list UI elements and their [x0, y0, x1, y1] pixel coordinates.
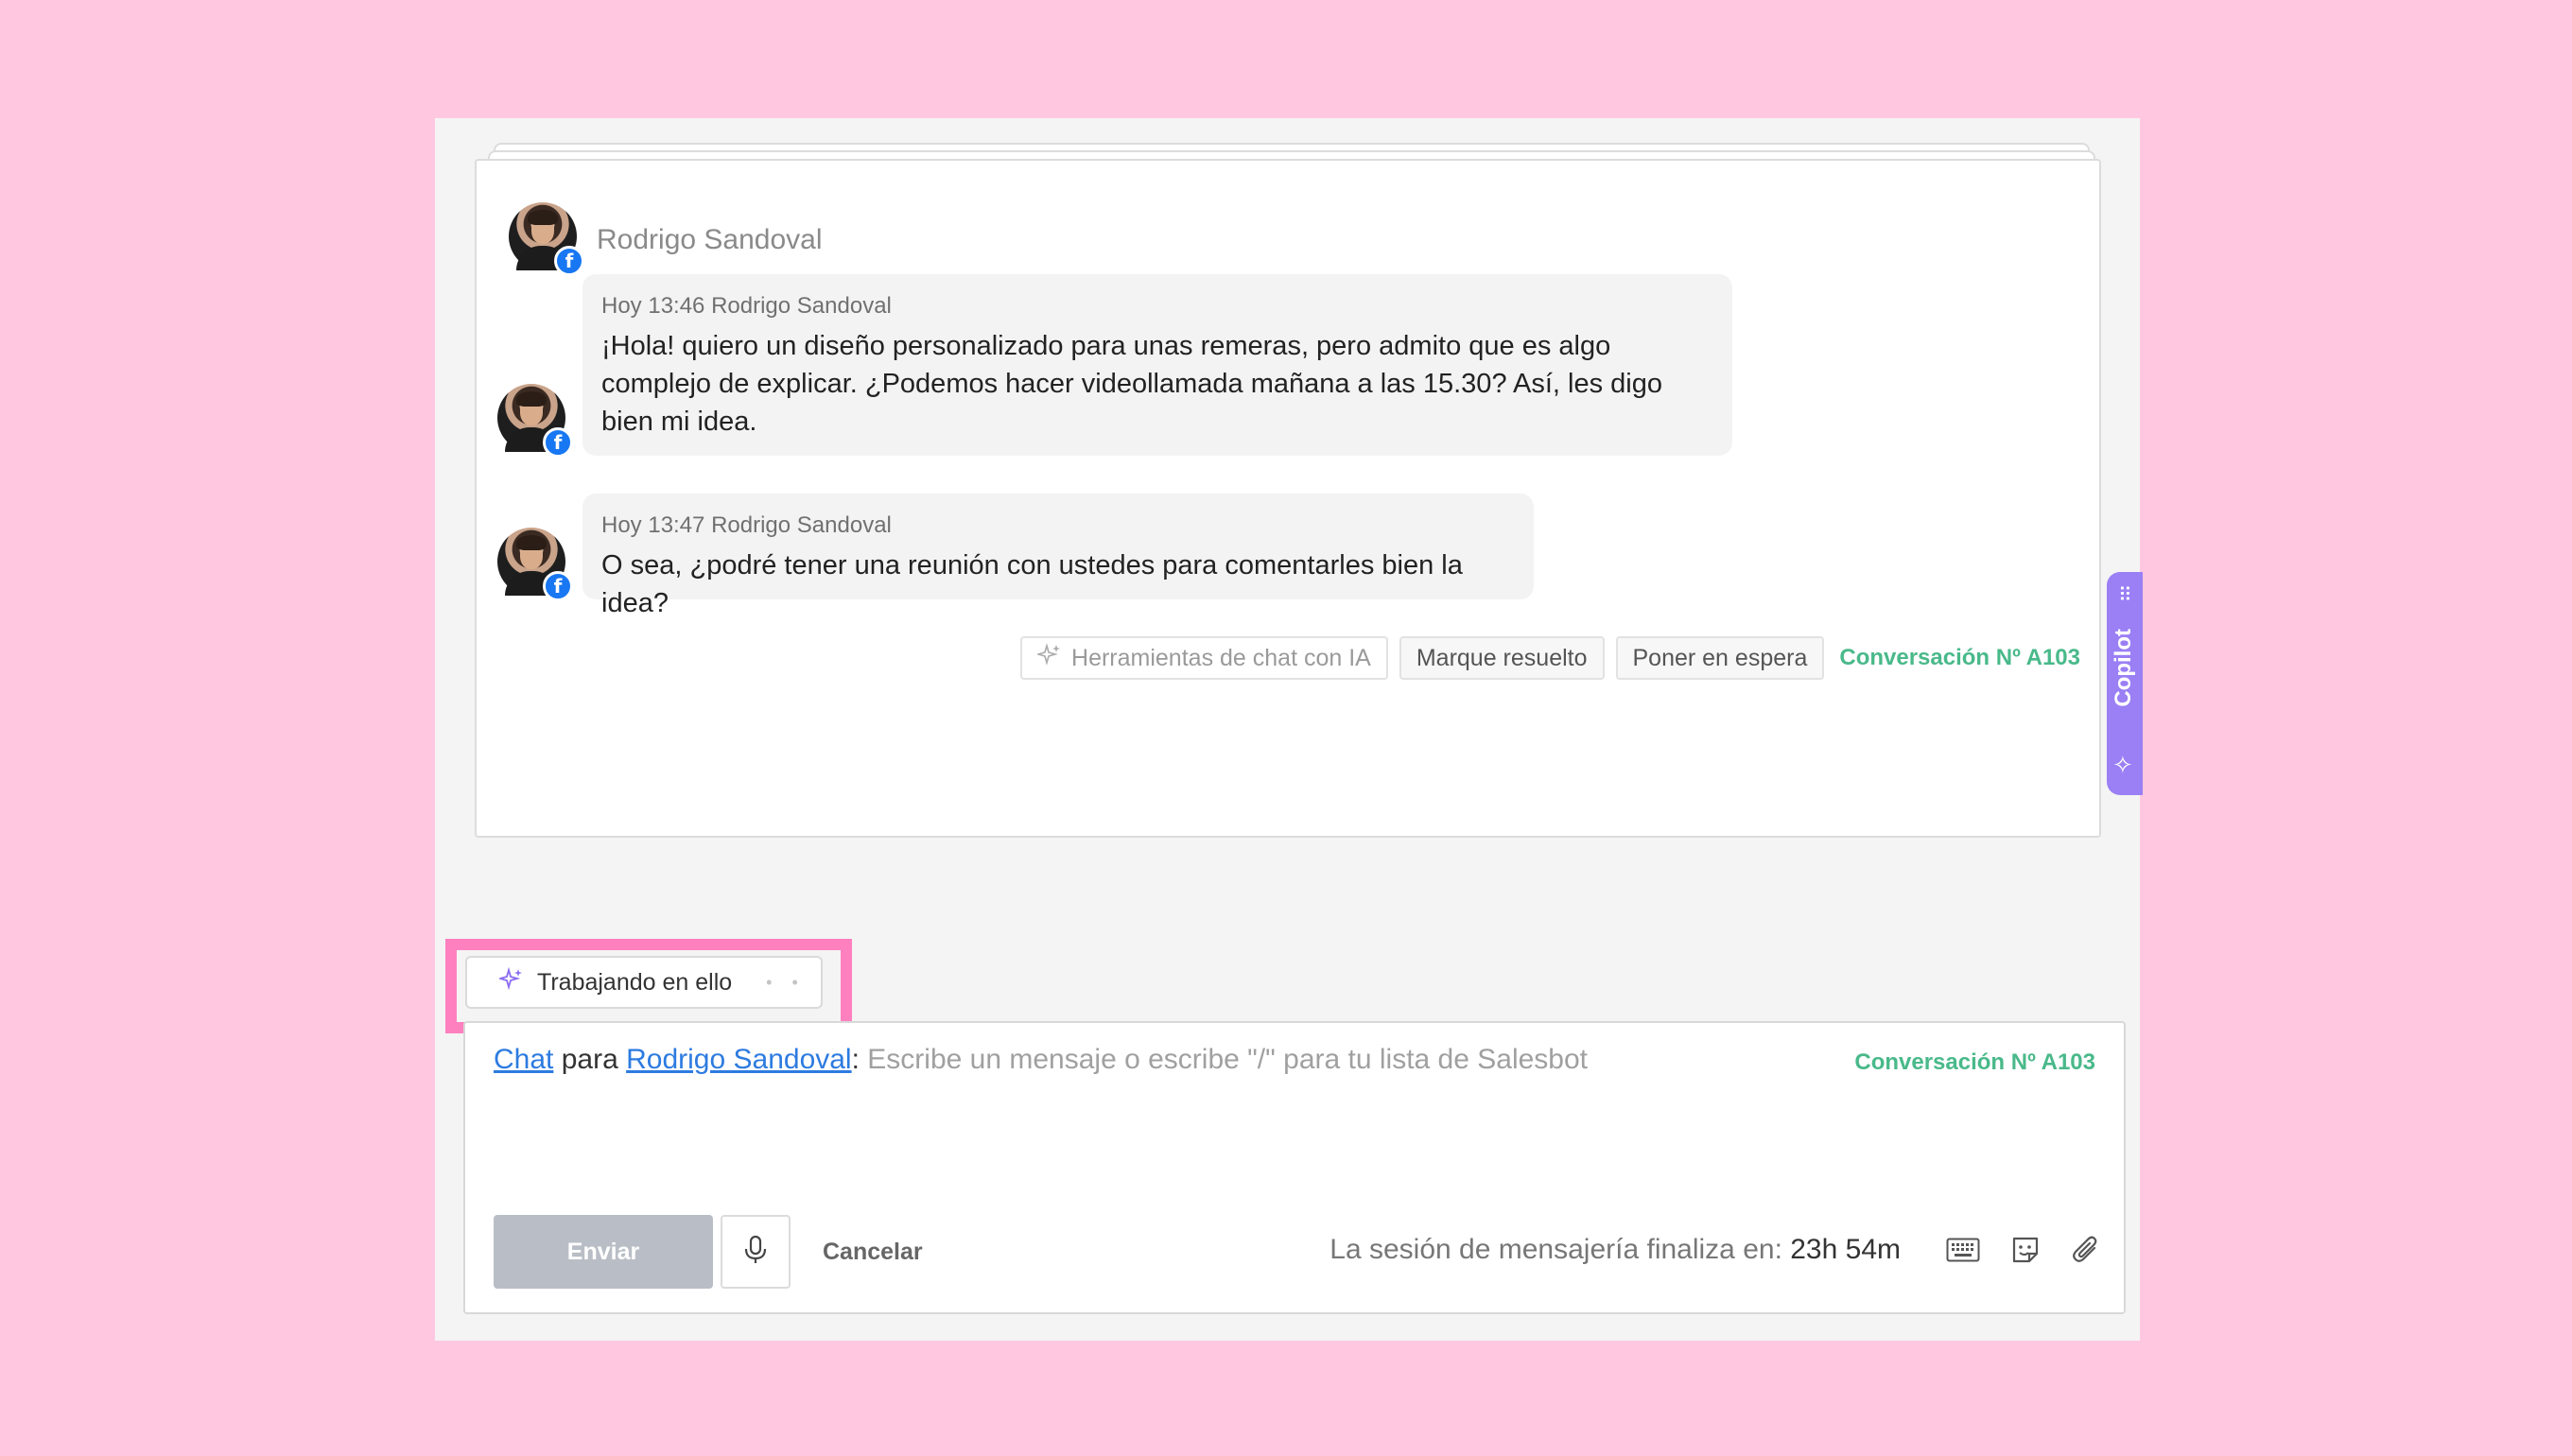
avatar: f: [497, 384, 573, 458]
ai-chat-tools-button[interactable]: Herramientas de chat con IA: [1020, 636, 1388, 680]
session-time: 23h 54m: [1790, 1234, 1901, 1265]
contact-name[interactable]: Rodrigo Sandoval: [597, 224, 823, 256]
keyboard-icon: [1946, 1238, 1980, 1267]
sparkle-icon: ✧: [2112, 751, 2133, 779]
copilot-tab[interactable]: ⠿ Copilot ✧: [2107, 572, 2143, 795]
message-text: ¡Hola! quiero un diseño personalizado pa…: [601, 331, 1662, 437]
attach-button[interactable]: [2063, 1229, 2109, 1274]
facebook-icon: f: [554, 246, 584, 276]
message-input-placeholder[interactable]: Escribe un mensaje o escribe "/" para tu…: [867, 1044, 1588, 1075]
cancel-button[interactable]: Cancelar: [823, 1239, 923, 1266]
separator: :: [851, 1044, 860, 1075]
recipient-link[interactable]: Rodrigo Sandoval: [626, 1044, 852, 1075]
chat-panel: f Rodrigo Sandoval f Hoy 13:46 Rodrigo S…: [435, 118, 2143, 1341]
channel-link[interactable]: Chat: [494, 1044, 553, 1075]
avatar[interactable]: f: [509, 202, 584, 276]
for-word: para: [561, 1044, 618, 1075]
keyboard-button[interactable]: [1940, 1229, 1986, 1274]
avatar: f: [497, 528, 573, 601]
facebook-icon: f: [543, 427, 573, 458]
sticker-button[interactable]: [2003, 1229, 2048, 1274]
working-status-chip: Trabajando en ello • •: [465, 956, 823, 1009]
microphone-button[interactable]: [721, 1215, 791, 1289]
sparkle-icon: [496, 966, 524, 998]
message-composer[interactable]: Chat para Rodrigo Sandoval: Escribe un m…: [463, 1021, 2126, 1314]
send-button[interactable]: Enviar: [494, 1215, 713, 1289]
facebook-icon: f: [543, 571, 573, 601]
ai-chat-tools-label: Herramientas de chat con IA: [1071, 644, 1371, 671]
message-bubble: Hoy 13:46 Rodrigo Sandoval ¡Hola! quiero…: [582, 274, 1732, 456]
conversation-card: f Rodrigo Sandoval f Hoy 13:46 Rodrigo S…: [475, 159, 2101, 838]
message-meta: Hoy 13:46 Rodrigo Sandoval: [601, 293, 892, 319]
conversation-id[interactable]: Conversación Nº A103: [1854, 1049, 2095, 1076]
paperclip-icon: [2072, 1235, 2100, 1270]
sparkle-icon: [1035, 642, 1062, 674]
session-timer: La sesión de mensajería finaliza en: 23h…: [1329, 1234, 1901, 1266]
message-bubble: Hoy 13:47 Rodrigo Sandoval O sea, ¿podré…: [582, 494, 1534, 618]
message-text: O sea, ¿podré tener una reunión con uste…: [601, 550, 1463, 618]
session-label: La sesión de mensajería finaliza en:: [1329, 1234, 1782, 1265]
conversation-id[interactable]: Conversación Nº A103: [1839, 645, 2080, 671]
copilot-label: Copilot: [2111, 629, 2136, 707]
conversation-toolbar: Herramientas de chat con IA Marque resue…: [1020, 636, 2080, 680]
sticker-icon: [2010, 1235, 2041, 1270]
loading-dots: • •: [766, 972, 806, 992]
working-status-label: Trabajando en ello: [537, 968, 733, 996]
microphone-icon: [743, 1235, 768, 1270]
message-meta: Hoy 13:47 Rodrigo Sandoval: [601, 512, 892, 538]
drag-handle-icon[interactable]: ⠿: [2118, 586, 2134, 605]
put-on-hold-button[interactable]: Poner en espera: [1615, 636, 1825, 680]
mark-resolved-button[interactable]: Marque resuelto: [1399, 636, 1605, 680]
composer-target-line: Chat para Rodrigo Sandoval: Escribe un m…: [494, 1044, 1588, 1076]
